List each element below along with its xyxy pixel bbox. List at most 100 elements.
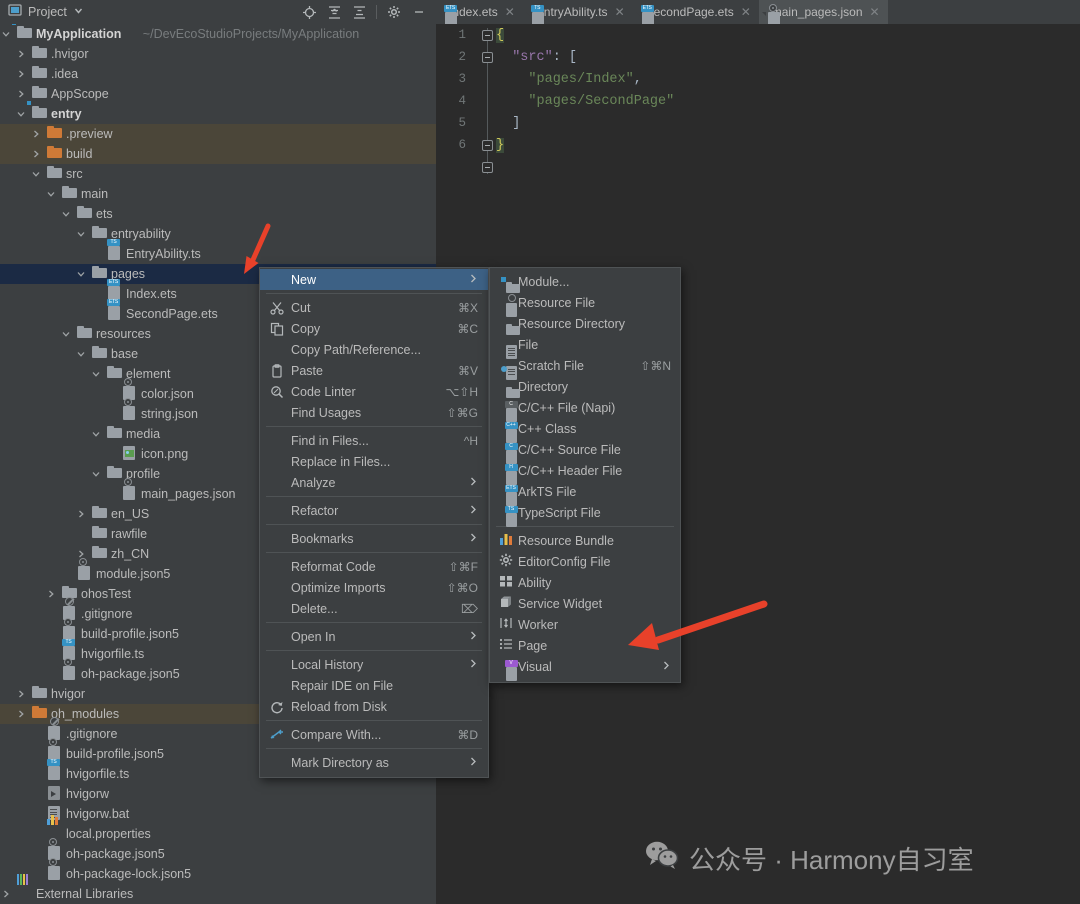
tree-row[interactable]: MyApplication ~/DevEcoStudioProjects/MyAp…: [0, 24, 436, 44]
context-menu-item[interactable]: Delete... ⌦: [260, 598, 488, 619]
tree-row[interactable]: oh-package-lock.json5: [0, 858, 436, 884]
chevron-down-icon[interactable]: [90, 424, 102, 444]
tree-row[interactable]: main: [0, 184, 436, 204]
submenu-item[interactable]: C C/C++ File (Napi): [490, 397, 680, 422]
chevron-right-icon[interactable]: [15, 704, 27, 724]
submenu-item[interactable]: TS TypeScript File: [490, 502, 680, 527]
code-fold-marker[interactable]: [482, 30, 493, 41]
code-fold-marker[interactable]: [482, 162, 493, 173]
tree-row[interactable]: src: [0, 164, 436, 184]
tree-row[interactable]: hvigorw: [0, 784, 436, 804]
close-tab-icon[interactable]: ✕: [741, 5, 751, 19]
code-fold-marker[interactable]: [482, 140, 493, 151]
editor-tab[interactable]: ETS Index.ets ✕: [436, 0, 523, 26]
context-menu-item[interactable]: Repair IDE on File: [260, 675, 488, 696]
locate-icon[interactable]: [298, 2, 320, 22]
context-menu-item[interactable]: Open In: [260, 626, 488, 647]
code-line[interactable]: "pages/Index",: [496, 72, 641, 87]
editor-tab-bar[interactable]: ETS Index.ets ✕ TS EntryAbility.ts ✕ ETS Second…: [436, 0, 1080, 26]
code-fold-marker[interactable]: [482, 52, 493, 63]
context-menu-item[interactable]: Compare With... ⌘D: [260, 724, 488, 745]
context-menu-item[interactable]: Replace in Files...: [260, 451, 488, 472]
context-menu-item[interactable]: Analyze: [260, 472, 488, 493]
submenu-item[interactable]: ETS ArkTS File: [490, 481, 680, 506]
code-line[interactable]: {: [496, 28, 505, 43]
context-menu-item[interactable]: Optimize Imports ⇧⌘O: [260, 577, 488, 598]
submenu-item[interactable]: EditorConfig File: [490, 551, 680, 572]
submenu-item[interactable]: Resource Directory: [490, 313, 680, 334]
chevron-down-icon[interactable]: [30, 164, 42, 184]
editor-tab[interactable]: TS EntryAbility.ts ✕: [523, 0, 633, 26]
tree-row[interactable]: External Libraries: [0, 874, 436, 904]
tree-row[interactable]: build: [0, 144, 436, 164]
chevron-right-icon[interactable]: [15, 64, 27, 84]
submenu-item[interactable]: Module...: [490, 271, 680, 292]
chevron-down-icon[interactable]: [0, 24, 12, 44]
code-line[interactable]: }: [496, 138, 505, 153]
chevron-down-icon[interactable]: [60, 324, 72, 344]
close-tab-icon[interactable]: ✕: [615, 5, 625, 19]
context-menu-item[interactable]: New: [260, 269, 488, 290]
chevron-right-icon[interactable]: [15, 44, 27, 64]
context-menu-item[interactable]: Find in Files... ^H: [260, 430, 488, 451]
chevron-right-icon[interactable]: [0, 884, 12, 904]
chevron-down-icon[interactable]: [73, 3, 84, 21]
context-menu-item[interactable]: Reformat Code ⇧⌘F: [260, 556, 488, 577]
settings-gear-icon[interactable]: [383, 2, 405, 22]
chevron-down-icon[interactable]: [45, 184, 57, 204]
chevron-down-icon[interactable]: [60, 204, 72, 224]
context-menu-item[interactable]: Copy Path/Reference...: [260, 339, 488, 360]
chevron-down-icon[interactable]: [90, 364, 102, 384]
chevron-right-icon[interactable]: [30, 144, 42, 164]
close-tab-icon[interactable]: ✕: [870, 5, 880, 19]
context-menu-item[interactable]: Find Usages ⇧⌘G: [260, 402, 488, 423]
tree-row[interactable]: local.properties: [0, 815, 436, 844]
submenu-item[interactable]: Resource Bundle: [490, 530, 680, 551]
chevron-down-icon[interactable]: [75, 344, 87, 364]
submenu-item[interactable]: C++ C++ Class: [490, 418, 680, 443]
tree-row[interactable]: .hvigor: [0, 44, 436, 64]
expand-all-icon[interactable]: [323, 2, 345, 22]
context-menu-item[interactable]: Paste ⌘V: [260, 360, 488, 381]
context-menu-item[interactable]: Bookmarks: [260, 528, 488, 549]
context-menu-item[interactable]: Copy ⌘C: [260, 318, 488, 339]
chevron-down-icon[interactable]: [90, 464, 102, 484]
chevron-right-icon[interactable]: [15, 684, 27, 704]
editor-tab[interactable]: ETS SecondPage.ets ✕: [633, 0, 759, 26]
chevron-down-icon[interactable]: [75, 264, 87, 284]
submenu-item[interactable]: Resource File: [490, 292, 680, 317]
tree-row[interactable]: .idea: [0, 64, 436, 84]
tree-row[interactable]: AppScope: [0, 84, 436, 104]
context-menu-item[interactable]: Reload from Disk: [260, 696, 488, 717]
context-menu-item[interactable]: Code Linter ⌥⇧H: [260, 381, 488, 402]
submenu-item[interactable]: Scratch File ⇧⌘N: [490, 355, 680, 380]
tree-row[interactable]: entryability: [0, 224, 436, 244]
tree-row[interactable]: ets: [0, 204, 436, 224]
chevron-down-icon[interactable]: [15, 104, 27, 124]
chevron-right-icon[interactable]: [45, 584, 57, 604]
tree-row[interactable]: hvigorw.bat: [0, 804, 436, 824]
collapse-all-icon[interactable]: [348, 2, 370, 22]
context-menu-item[interactable]: Cut ⌘X: [260, 297, 488, 318]
chevron-down-icon[interactable]: [75, 224, 87, 244]
submenu-item[interactable]: C C/C++ Source File: [490, 439, 680, 464]
submenu-item[interactable]: Ability: [490, 572, 680, 593]
tree-row[interactable]: oh-package.json5: [0, 838, 436, 864]
context-menu-item[interactable]: Refactor: [260, 500, 488, 521]
chevron-right-icon[interactable]: [30, 124, 42, 144]
code-line[interactable]: "src": [: [496, 50, 577, 65]
context-menu[interactable]: New Cut ⌘X Copy ⌘C Copy Path/Reference... Past…: [259, 267, 489, 778]
submenu-item[interactable]: H C/C++ Header File: [490, 460, 680, 485]
code-line[interactable]: "pages/SecondPage": [496, 94, 674, 109]
minimize-icon[interactable]: [408, 2, 430, 22]
close-tab-icon[interactable]: ✕: [505, 5, 515, 19]
tree-row[interactable]: entry: [0, 100, 436, 124]
tree-row[interactable]: .preview: [0, 124, 436, 144]
context-menu-item[interactable]: Local History: [260, 654, 488, 675]
context-menu-item[interactable]: Mark Directory as: [260, 752, 488, 773]
submenu-item[interactable]: File: [490, 334, 680, 359]
tree-row[interactable]: TS EntryAbility.ts: [0, 239, 436, 264]
chevron-right-icon[interactable]: [75, 504, 87, 524]
code-line[interactable]: ]: [496, 116, 520, 131]
submenu-item[interactable]: Directory: [490, 376, 680, 397]
